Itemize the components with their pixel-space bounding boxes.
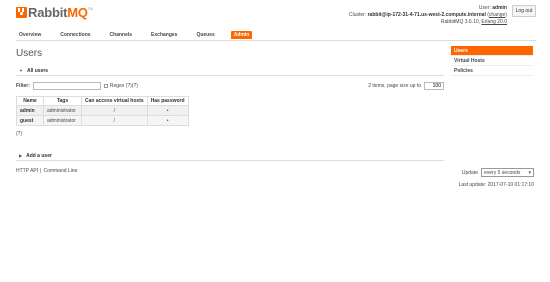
rabbitmq-logo-icon bbox=[16, 7, 27, 18]
table-row[interactable]: admin administrator / • bbox=[16, 105, 189, 116]
tab-exchanges[interactable]: Exchanges bbox=[148, 31, 180, 39]
user-has-password: • bbox=[146, 115, 189, 126]
side-nav-virtual-hosts[interactable]: Virtual Hosts bbox=[451, 56, 533, 66]
user-tags: administrator bbox=[43, 105, 82, 116]
column-header-has-password[interactable]: Has password bbox=[146, 96, 189, 106]
last-update-text: Last update: 2017-07-10 01:17:10 bbox=[458, 182, 534, 188]
rabbitmq-logo: RabbitMQ TM bbox=[16, 5, 93, 20]
change-cluster-link[interactable]: change bbox=[489, 12, 505, 18]
footer-separator: | bbox=[40, 168, 42, 174]
collapsed-caret-icon: ▶ bbox=[19, 153, 23, 158]
page-title: Users bbox=[16, 48, 43, 59]
user-has-password: • bbox=[146, 105, 189, 116]
update-control: Update every 5 seconds ▾ bbox=[462, 168, 534, 177]
side-nav-policies[interactable]: Policies bbox=[451, 66, 533, 76]
http-api-link[interactable]: HTTP API bbox=[16, 168, 38, 174]
items-count-text: 2 items, page size up to bbox=[368, 82, 421, 89]
add-user-heading: Add a user bbox=[26, 152, 52, 159]
page-size-input[interactable] bbox=[424, 81, 444, 90]
column-header-name[interactable]: Name bbox=[16, 96, 44, 106]
table-help-link[interactable]: (?) bbox=[16, 131, 22, 137]
tab-overview[interactable]: Overview bbox=[16, 31, 44, 39]
footer-links: HTTP API | Command Line bbox=[16, 168, 77, 174]
tab-queues[interactable]: Queues bbox=[193, 31, 217, 39]
page-size-control: 2 items, page size up to bbox=[368, 81, 444, 90]
cluster-prefix: Cluster: bbox=[348, 12, 368, 18]
side-nav-users[interactable]: Users bbox=[451, 46, 533, 56]
user-tags: administrator bbox=[43, 115, 82, 126]
tab-divider bbox=[16, 40, 536, 41]
add-user-section-toggle[interactable]: ▶ Add a user bbox=[16, 151, 444, 161]
regex-checkbox[interactable] bbox=[103, 83, 108, 88]
command-line-link[interactable]: Command Line bbox=[43, 168, 77, 174]
column-header-vhosts[interactable]: Can access virtual hosts bbox=[81, 96, 148, 106]
user-name-link[interactable]: admin bbox=[16, 105, 44, 116]
user-prefix: User: bbox=[478, 5, 493, 11]
users-table: Name Tags Can access virtual hosts Has p… bbox=[16, 96, 189, 126]
admin-side-nav: Users Virtual Hosts Policies bbox=[451, 46, 533, 76]
cluster-name: rabbit@ip-172-31-4-71.us-west-2.compute.… bbox=[367, 12, 486, 18]
filter-row: Filter: Regex (?)(?) 2 items, page size … bbox=[16, 81, 444, 90]
user-vhosts: / bbox=[81, 105, 148, 116]
logout-button[interactable]: Log out bbox=[512, 5, 536, 17]
logo-text: RabbitMQ bbox=[28, 5, 88, 20]
current-user: admin bbox=[492, 5, 507, 11]
version-text: RabbitMQ 3.6.10, bbox=[440, 19, 482, 25]
table-row[interactable]: guest administrator / • bbox=[16, 115, 189, 126]
user-name-link[interactable]: guest bbox=[16, 115, 44, 126]
tab-channels[interactable]: Channels bbox=[107, 31, 136, 39]
all-users-heading: All users bbox=[26, 67, 49, 74]
user-vhosts: / bbox=[81, 115, 148, 126]
select-arrow-icon: ▾ bbox=[528, 169, 531, 176]
regex-label: Regex (?)(?) bbox=[109, 82, 138, 89]
expanded-caret-icon: ▼ bbox=[19, 68, 23, 73]
tab-connections[interactable]: Connections bbox=[57, 31, 93, 39]
main-tabs: Overview Connections Channels Exchanges … bbox=[16, 31, 265, 39]
table-header-row: Name Tags Can access virtual hosts Has p… bbox=[16, 96, 189, 106]
update-interval-value: every 5 seconds bbox=[484, 169, 521, 176]
column-header-tags[interactable]: Tags bbox=[43, 96, 82, 106]
filter-input[interactable] bbox=[32, 81, 101, 90]
update-label: Update bbox=[461, 169, 478, 176]
login-info: User: admin Cluster: rabbit@ip-172-31-4-… bbox=[348, 5, 507, 25]
erlang-link[interactable]: Erlang 20.0 bbox=[481, 19, 507, 25]
tab-admin[interactable]: Admin bbox=[230, 31, 253, 39]
logo-trademark: TM bbox=[87, 7, 93, 11]
update-interval-select[interactable]: every 5 seconds ▾ bbox=[481, 168, 534, 177]
all-users-section-toggle[interactable]: ▼ All users bbox=[16, 66, 444, 76]
filter-label: Filter: bbox=[16, 82, 30, 89]
